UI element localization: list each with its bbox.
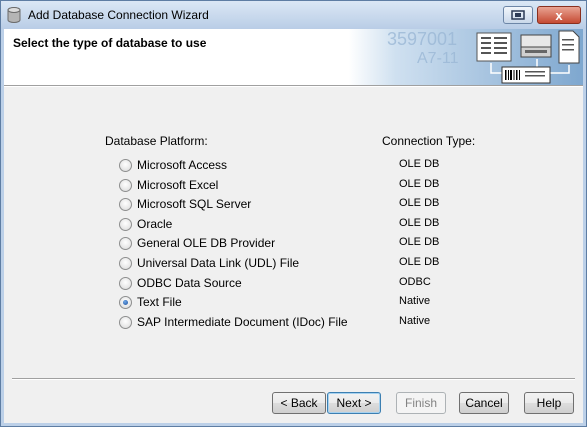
page-title: Select the type of database to use [13,36,207,50]
title-bar[interactable]: Add Database Connection Wizard x [1,1,586,29]
back-button[interactable]: < Back [272,392,326,414]
help-button[interactable]: Help [524,392,574,414]
restore-icon [511,10,525,20]
close-icon: x [555,7,563,23]
radio-button[interactable] [119,158,132,172]
svg-text:A7-11: A7-11 [417,50,459,67]
footer-separator [12,378,575,380]
connection-type-value: ODBC [399,276,431,288]
connection-type-value: OLE DB [399,158,440,170]
header-divider [4,86,583,87]
platform-option[interactable]: General OLE DB Provider [119,234,275,252]
connection-type-value: OLE DB [399,256,440,268]
platform-option[interactable]: ODBC Data Source [119,274,242,292]
platform-label: Text File [137,295,182,309]
connection-type-value: OLE DB [399,197,440,209]
platform-option[interactable]: Microsoft Excel [119,176,218,194]
database-icon [7,7,21,23]
platform-label: SAP Intermediate Document (IDoc) File [137,315,348,329]
platform-option[interactable]: Oracle [119,215,172,233]
platform-column-header: Database Platform: [105,134,208,148]
finish-button[interactable]: Finish [396,392,446,414]
radio-button[interactable] [119,295,132,309]
next-button[interactable]: Next > [327,392,381,414]
platform-label: Oracle [137,217,173,231]
platform-label: Microsoft SQL Server [137,197,252,211]
wizard-header: Select the type of database to use 35970… [4,29,583,86]
document-icon [476,32,512,62]
connection-type-value: Native [399,315,431,327]
server-icon [520,34,552,58]
page-icon [558,30,580,64]
connection-type-value: OLE DB [399,178,440,190]
connection-type-value: OLE DB [399,217,440,229]
radio-button[interactable] [119,197,132,211]
platform-label: Universal Data Link (UDL) File [137,256,300,270]
radio-button[interactable] [119,217,132,231]
restore-button[interactable] [503,6,533,24]
platform-label: ODBC Data Source [137,276,242,290]
platform-option[interactable]: Universal Data Link (UDL) File [119,254,299,272]
connection-type-value: OLE DB [399,236,440,248]
wizard-body: Select the type of database to use 35970… [4,29,583,423]
barcode-icon [501,66,551,84]
svg-text:3597001: 3597001 [387,29,457,49]
radio-button[interactable] [119,178,132,192]
platform-label: Microsoft Access [137,158,228,172]
window-title: Add Database Connection Wizard [28,8,209,22]
platform-option[interactable]: Microsoft SQL Server [119,195,251,213]
platform-label: General OLE DB Provider [137,236,276,250]
platform-option[interactable]: Text File [119,293,182,311]
platform-option[interactable]: Microsoft Access [119,156,227,174]
banner-graphic: 3597001 A7-11 [349,29,583,85]
radio-button[interactable] [119,236,132,250]
radio-button[interactable] [119,276,132,290]
platform-label: Microsoft Excel [137,178,219,192]
close-button[interactable]: x [537,6,581,24]
connection-type-value: Native [399,295,431,307]
connection-type-column-header: Connection Type: [382,134,476,148]
radio-button[interactable] [119,315,132,329]
cancel-button[interactable]: Cancel [459,392,509,414]
wizard-window: Add Database Connection Wizard x Select … [0,0,587,427]
radio-button[interactable] [119,256,132,270]
platform-option[interactable]: SAP Intermediate Document (IDoc) File [119,313,348,331]
